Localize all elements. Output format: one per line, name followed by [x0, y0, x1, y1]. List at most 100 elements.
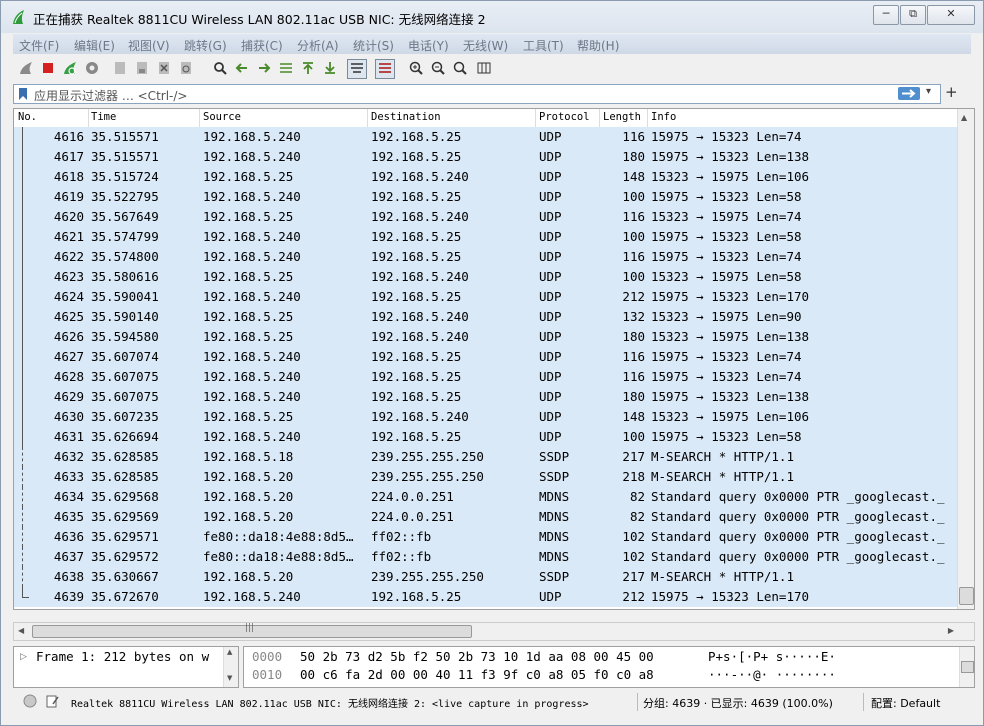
add-filter-button[interactable]: +	[945, 83, 958, 101]
cell-destination: 192.168.5.240	[371, 309, 469, 324]
cell-time: 35.672670	[91, 589, 159, 604]
cell-info: 15975 → 15323 Len=58	[651, 189, 802, 204]
display-filter-input[interactable]: 应用显示过滤器 … <Ctrl-/> ▾	[13, 84, 941, 104]
table-row[interactable]: 4637 35.629572 fe80::da18:4e88:8d5… ff02::f…	[14, 547, 958, 567]
table-row[interactable]: 4636 35.629571 fe80::da18:4e88:8d5… ff02::f…	[14, 527, 958, 547]
column-destination[interactable]: Destination	[371, 111, 441, 123]
cell-length: 218	[622, 469, 645, 484]
expand-arrow-icon[interactable]: ▷	[20, 652, 27, 662]
reload-file-icon[interactable]	[177, 60, 195, 78]
table-row[interactable]: 4618 35.515724 192.168.5.25 192.168.5.240 UD…	[14, 167, 958, 187]
table-row[interactable]: 4623 35.580616 192.168.5.25 192.168.5.240 UD…	[14, 267, 958, 287]
table-row[interactable]: 4619 35.522795 192.168.5.240 192.168.5.25 UD…	[14, 187, 958, 207]
table-row[interactable]: 4628 35.607075 192.168.5.240 192.168.5.25 UD…	[14, 367, 958, 387]
table-row[interactable]: 4620 35.567649 192.168.5.25 192.168.5.240 UD…	[14, 207, 958, 227]
minimize-button[interactable]: ─	[873, 5, 899, 25]
column-time[interactable]: Time	[91, 111, 116, 123]
vscroll-thumb[interactable]	[959, 587, 974, 605]
cell-destination: 192.168.5.240	[371, 269, 469, 284]
cell-destination: 192.168.5.240	[371, 409, 469, 424]
expert-info-icon[interactable]	[23, 694, 37, 708]
bytes-vscrollbar[interactable]	[959, 647, 974, 687]
open-file-icon[interactable]	[111, 60, 129, 78]
table-row[interactable]: 4634 35.629568 192.168.5.20 224.0.0.251 MDNS…	[14, 487, 958, 507]
bytes-hex[interactable]: 00 c6 fa 2d 00 00 40 11 f3 9f c0 a8 05 f…	[300, 667, 654, 682]
frame-summary[interactable]: Frame 1: 212 bytes on w	[36, 649, 209, 664]
table-row[interactable]: 4633 35.628585 192.168.5.20 239.255.255.250…	[14, 467, 958, 487]
table-row[interactable]: 4638 35.630667 192.168.5.20 239.255.255.250…	[14, 567, 958, 587]
column-source[interactable]: Source	[203, 111, 241, 123]
column-protocol[interactable]: Protocol	[539, 111, 590, 123]
cell-destination: 192.168.5.25	[371, 289, 462, 304]
cell-info: 15975 → 15323 Len=74	[651, 349, 802, 364]
packet-detail-pane[interactable]: ▷ Frame 1: 212 bytes on w ▲ ▼	[13, 646, 239, 688]
menu-go[interactable]: 跳转(G)	[184, 37, 227, 54]
table-row[interactable]: 4622 35.574800 192.168.5.240 192.168.5.25 UD…	[14, 247, 958, 267]
menu-capture[interactable]: 捕获(C)	[241, 37, 283, 54]
table-row[interactable]: 4632 35.628585 192.168.5.18 239.255.255.250…	[14, 447, 958, 467]
packet-list-hscrollbar[interactable]: ◀ ||| ▶	[13, 622, 975, 641]
table-row[interactable]: 4629 35.607075 192.168.5.240 192.168.5.25 UD…	[14, 387, 958, 407]
table-row[interactable]: 4625 35.590140 192.168.5.25 192.168.5.240 UD…	[14, 307, 958, 327]
menu-statistics[interactable]: 统计(S)	[353, 37, 394, 54]
cell-destination: 192.168.5.25	[371, 189, 462, 204]
menu-analyze[interactable]: 分析(A)	[297, 37, 339, 54]
menu-edit[interactable]: 编辑(E)	[74, 37, 115, 54]
last-packet-icon[interactable]	[321, 60, 339, 78]
close-file-icon[interactable]	[155, 60, 173, 78]
table-row[interactable]: 4621 35.574799 192.168.5.240 192.168.5.25 UD…	[14, 227, 958, 247]
cell-length: 148	[622, 169, 645, 184]
filter-history-dropdown[interactable]: ▾	[926, 86, 931, 97]
packet-count-text: 分组: 4639 · 已显示: 4639 (100.0%)	[643, 697, 833, 710]
close-button[interactable]: ✕	[927, 5, 975, 25]
table-row[interactable]: 4616 35.515571 192.168.5.240 192.168.5.25 UD…	[14, 127, 958, 147]
cell-protocol: MDNS	[539, 489, 570, 504]
restore-button[interactable]: ⧉	[900, 5, 926, 25]
zoom-in-icon[interactable]	[407, 60, 425, 78]
table-row[interactable]: 4617 35.515571 192.168.5.240 192.168.5.25 UD…	[14, 147, 958, 167]
save-file-icon[interactable]	[133, 60, 151, 78]
table-row[interactable]: 4630 35.607235 192.168.5.25 192.168.5.240 UD…	[14, 407, 958, 427]
hscroll-thumb[interactable]: |||	[32, 623, 472, 638]
table-row[interactable]: 4626 35.594580 192.168.5.25 192.168.5.240 UD…	[14, 327, 958, 347]
column-info[interactable]: Info	[651, 111, 676, 123]
table-row[interactable]: 4635 35.629569 192.168.5.20 224.0.0.251 MDNS…	[14, 507, 958, 527]
bookmark-icon[interactable]	[18, 88, 28, 100]
table-row[interactable]: 4639 35.672670 192.168.5.240 192.168.5.25 UD…	[14, 587, 958, 607]
auto-scroll-icon[interactable]	[347, 59, 367, 79]
capture-options-icon[interactable]	[83, 60, 101, 78]
start-capture-icon[interactable]	[17, 60, 35, 78]
menu-telephony[interactable]: 电话(Y)	[408, 37, 449, 54]
packet-list-vscrollbar[interactable]: ▲	[957, 109, 974, 609]
capture-comment-icon[interactable]	[45, 694, 59, 708]
zoom-out-icon[interactable]	[429, 60, 447, 78]
menu-wireless[interactable]: 无线(W)	[463, 37, 508, 54]
menu-file[interactable]: 文件(F)	[19, 37, 59, 54]
restart-capture-icon[interactable]	[61, 60, 79, 78]
bytes-hex[interactable]: 50 2b 73 d2 5b f2 50 2b 73 10 1d aa 08 0…	[300, 649, 654, 664]
menu-tools[interactable]: 工具(T)	[523, 37, 564, 54]
arrow-right-icon[interactable]	[898, 87, 920, 100]
go-forward-icon[interactable]	[255, 60, 273, 78]
normal-size-icon[interactable]	[451, 60, 469, 78]
table-row[interactable]: 4624 35.590041 192.168.5.240 192.168.5.25 UD…	[14, 287, 958, 307]
go-to-packet-icon[interactable]	[277, 60, 295, 78]
column-no[interactable]: No.	[18, 111, 37, 123]
table-row[interactable]: 4627 35.607074 192.168.5.240 192.168.5.25 UD…	[14, 347, 958, 367]
profile-selector[interactable]: 配置: Default	[871, 695, 940, 711]
column-length[interactable]: Length	[603, 111, 641, 123]
go-back-icon[interactable]	[233, 60, 251, 78]
stop-capture-icon[interactable]	[39, 60, 57, 78]
packet-bytes-pane[interactable]: 0000 50 2b 73 d2 5b f2 50 2b 73 10 1d aa…	[243, 646, 975, 688]
first-packet-icon[interactable]	[299, 60, 317, 78]
bytes-ascii[interactable]: P+s·[·P+ s·····E·	[708, 649, 836, 664]
packet-list[interactable]: No. Time Source Destination Protocol Len…	[13, 108, 975, 610]
colorize-icon[interactable]	[375, 59, 395, 79]
bytes-ascii[interactable]: ···-··@· ········	[708, 667, 836, 682]
resize-columns-icon[interactable]	[475, 60, 493, 78]
find-packet-icon[interactable]	[211, 60, 229, 78]
detail-vscrollbar[interactable]: ▲ ▼	[223, 647, 238, 687]
table-row[interactable]: 4631 35.626694 192.168.5.240 192.168.5.25 UD…	[14, 427, 958, 447]
menu-view[interactable]: 视图(V)	[128, 37, 170, 54]
menu-help[interactable]: 帮助(H)	[577, 37, 619, 54]
